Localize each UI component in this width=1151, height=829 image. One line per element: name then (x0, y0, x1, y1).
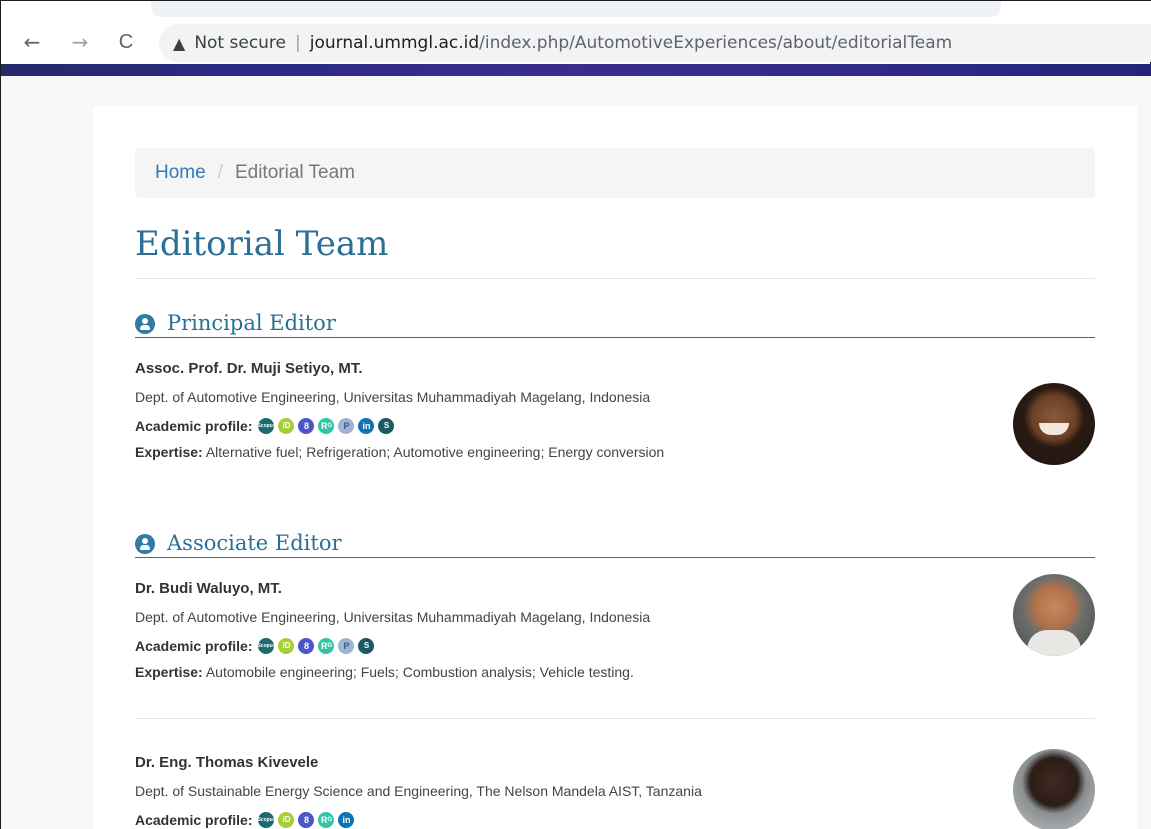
orcid-icon[interactable]: iD (278, 638, 295, 654)
tab-strip (151, 1, 1001, 17)
scopus-icon[interactable]: Scopus (257, 418, 276, 434)
content-card: Home / Editorial Team Editorial Team Pri… (93, 106, 1137, 829)
sinta-icon[interactable]: S (378, 418, 395, 434)
user-circle-icon (135, 313, 155, 334)
academic-profile-label: Academic profile: (135, 418, 253, 434)
member-name: Assoc. Prof. Dr. Muji Setiyo, MT. (135, 360, 363, 377)
expertise-text: Automobile engineering; Fuels; Combustio… (202, 664, 634, 680)
expertise-label: Expertise: (135, 444, 203, 460)
breadcrumb: Home / Editorial Team (135, 148, 1095, 198)
expertise-text: Alternative fuel; Refrigeration; Automot… (202, 444, 665, 460)
member-card: Dr. Eng. Thomas Kivevele Dept. of Sustai… (135, 754, 1095, 829)
linkedin-icon[interactable]: in (338, 812, 355, 828)
sinta-icon[interactable]: S (358, 638, 375, 654)
section-principal-editor: Principal Editor (135, 308, 1095, 338)
page-title: Editorial Team (135, 224, 389, 264)
orcid-icon[interactable]: iD (278, 418, 295, 434)
reload-icon[interactable]: C (113, 29, 139, 55)
researchgate-icon[interactable]: Rᴳ (318, 638, 335, 654)
expertise-label: Expertise: (135, 664, 203, 680)
browser-toolbar: ← → C ▲ Not secure | journal.ummgl.ac.id… (1, 1, 1151, 62)
orcid-icon[interactable]: iD (278, 812, 295, 828)
member-expertise: Expertise: Alternative fuel; Refrigerati… (135, 444, 1095, 460)
scopus-icon[interactable]: Scopus (257, 638, 276, 654)
section-title: Principal Editor (167, 310, 336, 335)
member-affiliation: Dept. of Automotive Engineering, Univers… (135, 389, 651, 405)
avatar (1013, 383, 1095, 465)
section-title: Associate Editor (167, 530, 342, 555)
member-affiliation: Dept. of Automotive Engineering, Univers… (135, 609, 651, 625)
google-scholar-icon[interactable]: 8 (298, 812, 315, 828)
member-divider (135, 718, 1095, 719)
avatar (1013, 574, 1095, 656)
academic-profile-label: Academic profile: (135, 638, 253, 654)
url-separator: | (295, 33, 301, 53)
breadcrumb-current: Editorial Team (234, 162, 356, 183)
url-host[interactable]: journal.ummgl.ac.id (310, 33, 479, 53)
google-scholar-icon[interactable]: 8 (298, 418, 315, 434)
breadcrumb-home-link[interactable]: Home (155, 162, 206, 184)
title-divider (135, 278, 1095, 279)
warning-icon[interactable]: ▲ (173, 34, 185, 53)
site-header-banner (1, 64, 1151, 76)
academic-profile-row: Academic profile: Scopus iD 8 Rᴳ P in S (135, 416, 1095, 436)
page-background: Home / Editorial Team Editorial Team Pri… (1, 76, 1151, 829)
publons-icon[interactable]: P (338, 638, 355, 654)
researchgate-icon[interactable]: Rᴳ (318, 812, 335, 828)
address-bar[interactable]: ▲ Not secure | journal.ummgl.ac.id/index… (159, 24, 1151, 62)
security-status[interactable]: Not secure (194, 33, 286, 53)
member-name: Dr. Eng. Thomas Kivevele (135, 754, 319, 771)
forward-icon[interactable]: → (67, 29, 93, 55)
avatar (1013, 749, 1095, 829)
section-associate-editor: Associate Editor (135, 528, 1095, 558)
member-card: Dr. Budi Waluyo, MT. Dept. of Automotive… (135, 580, 1095, 680)
member-card: Assoc. Prof. Dr. Muji Setiyo, MT. Dept. … (135, 360, 1095, 460)
academic-profile-row: Academic profile: Scopus iD 8 Rᴳ in (135, 810, 1095, 829)
google-scholar-icon[interactable]: 8 (298, 638, 315, 654)
academic-profile-row: Academic profile: Scopus iD 8 Rᴳ P S (135, 636, 1095, 656)
member-affiliation: Dept. of Sustainable Energy Science and … (135, 783, 702, 799)
user-circle-icon (135, 533, 155, 554)
back-icon[interactable]: ← (19, 29, 45, 55)
researchgate-icon[interactable]: Rᴳ (318, 418, 335, 434)
member-name: Dr. Budi Waluyo, MT. (135, 580, 282, 597)
academic-profile-label: Academic profile: (135, 812, 253, 828)
scopus-icon[interactable]: Scopus (257, 812, 276, 828)
breadcrumb-separator: / (217, 162, 223, 183)
member-expertise: Expertise: Automobile engineering; Fuels… (135, 664, 1095, 680)
linkedin-icon[interactable]: in (358, 418, 375, 434)
url-path[interactable]: /index.php/AutomotiveExperiences/about/e… (479, 33, 952, 53)
publons-icon[interactable]: P (338, 418, 355, 434)
